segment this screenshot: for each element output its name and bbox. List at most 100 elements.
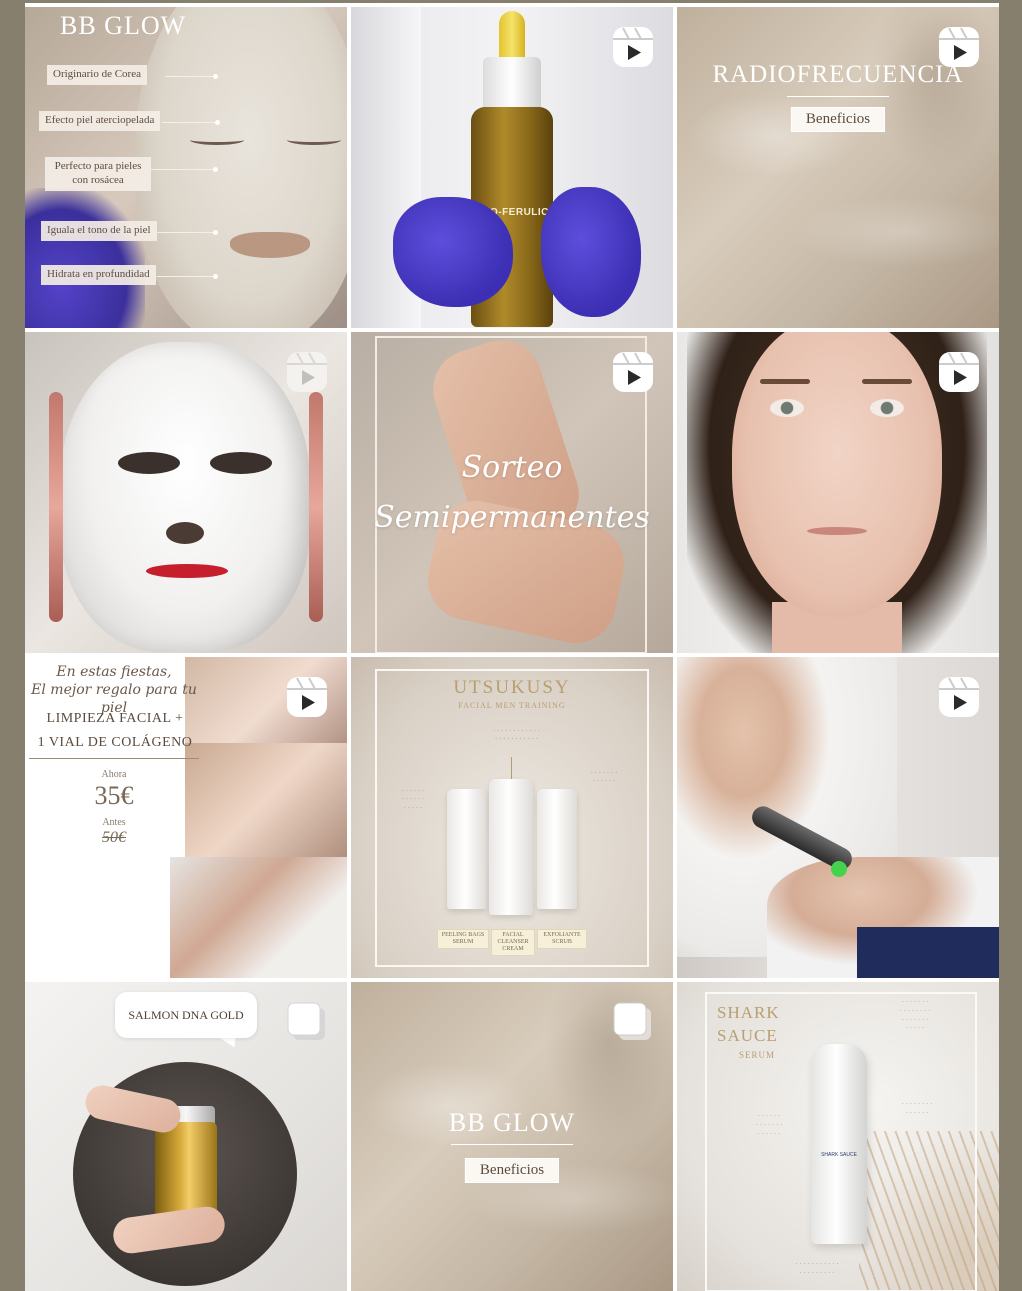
mouth-image <box>807 527 867 535</box>
product-tube <box>447 789 487 909</box>
glove-image <box>25 188 145 328</box>
product-title-line: SHARK <box>717 1003 780 1022</box>
post-tile-salmon-dna[interactable]: SALMON DNA GOLD <box>25 982 347 1291</box>
post-tile-portrait[interactable] <box>677 332 999 653</box>
eye-image <box>870 399 904 417</box>
multi-post-icon <box>611 1000 655 1044</box>
feature-tag: Perfecto para pieles con rosácea <box>45 157 151 191</box>
post-tile-treatment[interactable] <box>677 657 999 978</box>
product-note: · · · · · · · · · · · · · · <box>901 1100 933 1117</box>
feature-tag: Efecto piel aterciopelada <box>39 111 161 131</box>
reel-icon <box>285 350 329 394</box>
eye-image <box>287 135 341 145</box>
product-note: · · · · · · · · · · · · · · · · · · · · · … <box>899 998 931 1033</box>
product-note: · · · · · · · · · · · · · · · · · · · · <box>795 1260 839 1277</box>
reel-icon <box>937 350 981 394</box>
benefits-button: Beneficios <box>790 107 886 132</box>
brow-image <box>760 379 810 384</box>
divider <box>29 758 199 759</box>
product-title: SHARK SAUCE <box>717 1002 780 1048</box>
post-tile-led-mask[interactable] <box>25 332 347 653</box>
product-tube <box>489 779 533 915</box>
tag-line <box>162 122 217 123</box>
tag-line <box>157 276 215 277</box>
post-tile-shark-sauce[interactable]: SHARK SAUCE SERUM · · · · · · · · · · · ·… <box>677 982 999 1291</box>
mask-eye <box>210 452 272 474</box>
tag-line <box>151 169 215 170</box>
serum-pump-image <box>811 1044 867 1244</box>
eye-image <box>190 135 244 145</box>
glove-image <box>393 197 513 307</box>
tag-line <box>157 232 215 233</box>
brand-subtitle: FACIAL MEN TRAINING <box>458 701 566 710</box>
post-grid: BB GLOW Originario de Corea Efecto piel … <box>25 3 999 1291</box>
mask-strap <box>49 392 63 622</box>
face-image <box>732 332 942 617</box>
post-title: BB GLOW <box>448 1108 576 1137</box>
mask-eye <box>118 452 180 474</box>
promo-photo <box>170 857 347 978</box>
offer-line: LIMPIEZA FACIAL + <box>46 711 184 726</box>
product-note: · · · · · · · · · · · · · · · · · <box>401 787 425 812</box>
reel-icon <box>611 25 655 69</box>
brow-image <box>862 379 912 384</box>
product-tube <box>537 789 577 909</box>
post-tile-radiofrecuencia[interactable]: RADIOFRECUENCIA Beneficios <box>677 7 999 328</box>
promo-photo <box>185 743 347 857</box>
reel-icon <box>937 25 981 69</box>
product-title-line: SAUCE <box>717 1025 778 1045</box>
tag-dot <box>213 74 218 79</box>
bottle-neck-image <box>483 57 541 112</box>
post-tile-sorteo[interactable]: Sorteo Semipermanentes <box>351 332 673 653</box>
post-subtitle: Semipermanentes <box>374 500 650 535</box>
post-frame <box>375 336 647 653</box>
tag-dot <box>215 120 220 125</box>
post-tile-promo[interactable]: En estas fiestas, El mejor regalo para t… <box>25 657 347 978</box>
title-rule <box>451 1144 573 1145</box>
lips-image <box>230 232 310 258</box>
feature-tag: Hidrata en profundidad <box>41 265 156 285</box>
before-label: Antes <box>102 817 126 828</box>
device-tip <box>831 861 847 877</box>
post-tile-utsukusy[interactable]: UTSUKUSY FACIAL MEN TRAINING · · · · · ·… <box>351 657 673 978</box>
product-chip: EXFOLIANTE SCRUB <box>537 929 587 949</box>
product-note: · · · · · · · · · · · · · <box>590 769 618 786</box>
mask-mouth <box>146 564 228 578</box>
eye-image <box>770 399 804 417</box>
feature-tag: Originario de Corea <box>47 65 147 85</box>
tag-line <box>165 76 215 77</box>
led-mask-image <box>60 342 310 652</box>
post-tile-eco-ferulic[interactable]: ECO-FERULIC <box>351 7 673 328</box>
tag-dot <box>213 230 218 235</box>
post-title: Sorteo <box>461 450 563 485</box>
product-chip: FACIAL CLEANSER CREAM <box>491 929 535 956</box>
reel-icon <box>937 675 981 719</box>
tag-dot <box>213 274 218 279</box>
benefits-button: Beneficios <box>464 1158 560 1183</box>
post-tile-bb-glow-face[interactable]: BB GLOW Originario de Corea Efecto piel … <box>25 7 347 328</box>
product-chip: PEELING BAGS SERUM <box>437 929 489 949</box>
mask-nose <box>166 522 204 544</box>
reel-icon <box>285 675 329 719</box>
mask-strap <box>309 392 323 622</box>
post-tile-bb-glow-benefits[interactable]: BB GLOW Beneficios <box>351 982 673 1291</box>
promo-script: En estas fiestas, El mejor regalo para t… <box>29 663 199 718</box>
product-subtitle: SERUM <box>739 1050 776 1060</box>
glove-image <box>541 187 641 317</box>
brand-title: UTSUKUSY <box>453 677 571 698</box>
promo-script-line: En estas fiestas, <box>56 664 172 680</box>
speech-bubble: SALMON DNA GOLD <box>115 992 257 1038</box>
dropper-image <box>499 11 525 63</box>
post-title: BB GLOW <box>60 11 187 40</box>
product-note: · · · · · · · · · · · · · · · · · · · <box>755 1112 783 1138</box>
tag-dot <box>213 167 218 172</box>
feature-tag: Iguala el tono de la piel <box>41 221 157 241</box>
before-price: 50€ <box>102 829 126 846</box>
now-price: 35€ <box>94 781 134 810</box>
reel-icon <box>611 350 655 394</box>
blanket-image <box>857 927 999 978</box>
multi-post-icon <box>285 1000 329 1044</box>
pump-label: SHARK SAUCE <box>821 1152 857 1158</box>
face-image <box>135 7 347 328</box>
title-rule <box>787 96 889 97</box>
